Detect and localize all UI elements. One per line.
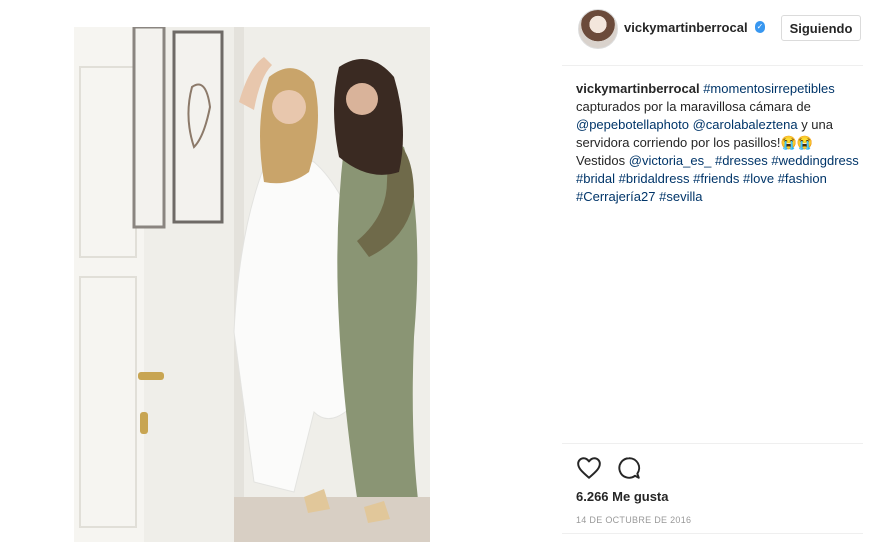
hashtag-link[interactable]: #friends bbox=[693, 171, 739, 186]
comment-icon[interactable] bbox=[616, 455, 642, 481]
hashtag-link[interactable]: #dresses bbox=[715, 153, 768, 168]
caption-body: #momentosirrepetibles capturados por la … bbox=[576, 81, 859, 204]
hashtag-link[interactable]: #bridaldress bbox=[619, 171, 690, 186]
mention-link[interactable]: @pepebotellaphoto bbox=[576, 117, 689, 132]
post-photo[interactable] bbox=[74, 27, 430, 542]
actions-divider bbox=[562, 443, 863, 444]
hashtag-link[interactable]: #Cerrajería27 bbox=[576, 189, 656, 204]
post-date[interactable]: 14 DE OCTUBRE DE 2016 bbox=[576, 515, 691, 525]
following-button[interactable]: Siguiendo bbox=[781, 15, 861, 41]
hashtag-link[interactable]: #love bbox=[743, 171, 774, 186]
caption-author-link[interactable]: vickymartinberrocal bbox=[576, 81, 700, 96]
hashtag-link[interactable]: #sevilla bbox=[659, 189, 702, 204]
mention-link[interactable]: @carolabaleztena bbox=[693, 117, 798, 132]
photo-illustration bbox=[74, 27, 430, 542]
hashtag-link[interactable]: #momentosirrepetibles bbox=[703, 81, 835, 96]
like-count[interactable]: 6.266 Me gusta bbox=[576, 489, 669, 504]
post-side-panel: vickymartinberrocal ✓ Siguiendo vickymar… bbox=[562, 0, 869, 542]
verified-badge-icon: ✓ bbox=[755, 21, 765, 33]
caption-text: capturados por la maravillosa cámara de bbox=[576, 99, 811, 114]
username-link[interactable]: vickymartinberrocal bbox=[624, 20, 748, 35]
post-header: vickymartinberrocal ✓ Siguiendo bbox=[562, 0, 869, 58]
hashtag-link[interactable]: #bridal bbox=[576, 171, 615, 186]
mention-link[interactable]: @victoria_es_ bbox=[629, 153, 712, 168]
footer-divider bbox=[562, 533, 863, 534]
hashtag-link[interactable]: #weddingdress bbox=[771, 153, 858, 168]
hashtag-link[interactable]: #fashion bbox=[778, 171, 827, 186]
heart-icon[interactable] bbox=[576, 455, 602, 481]
header-divider bbox=[562, 65, 863, 66]
action-bar bbox=[576, 455, 642, 481]
avatar[interactable] bbox=[578, 9, 618, 49]
post-caption: vickymartinberrocal #momentosirrepetible… bbox=[576, 80, 861, 206]
